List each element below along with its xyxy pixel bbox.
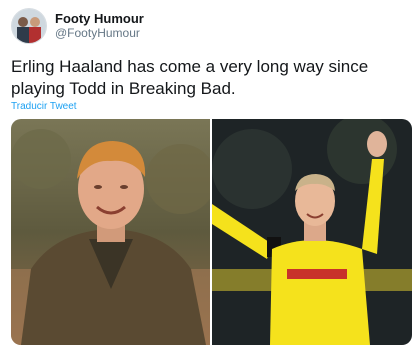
- author-names: Footy Humour @FootyHumour: [55, 12, 144, 41]
- translate-tweet-link[interactable]: Traducir Tweet: [11, 101, 77, 112]
- media-photo-left[interactable]: [11, 119, 210, 345]
- author-avatar[interactable]: [11, 8, 47, 44]
- tweet-card: Footy Humour @FootyHumour Erling Haaland…: [0, 0, 420, 351]
- author-handle[interactable]: @FootyHumour: [55, 26, 144, 40]
- tweet-header: Footy Humour @FootyHumour: [11, 8, 144, 44]
- tweet-media[interactable]: [11, 119, 412, 345]
- author-display-name[interactable]: Footy Humour: [55, 12, 144, 26]
- media-photo-right[interactable]: [212, 119, 412, 345]
- tweet-text: Erling Haaland has come a very long way …: [11, 57, 369, 98]
